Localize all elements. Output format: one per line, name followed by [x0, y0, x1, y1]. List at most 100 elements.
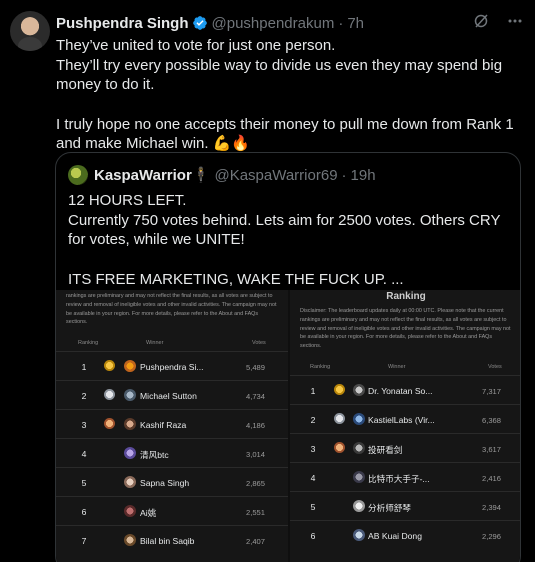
winner-name: Dr. Yonatan So... [368, 385, 433, 396]
quote-author-name: KaspaWarrior🕴 [94, 167, 211, 184]
rank-number: 4 [81, 449, 87, 460]
table-row: 5 分析师舒琴 2,394 [290, 490, 520, 520]
avatar [353, 470, 365, 483]
silver-medal-icon [104, 389, 115, 401]
col-votes: Votes [252, 340, 266, 347]
quote-line: Currently 750 votes behind. Lets aim for… [68, 211, 501, 249]
leaderboard-images[interactable]: rankings are preliminary and may not ref… [56, 290, 520, 562]
avatar [124, 418, 136, 431]
winner-name: 比特币大手子-... [368, 473, 430, 484]
winner-name: Pushpendra Si... [140, 362, 204, 373]
avatar [124, 389, 136, 402]
vote-count: 5,489 [246, 363, 266, 373]
rank-number: 5 [310, 501, 316, 512]
quote-body: 12 HOURS LEFT. Currently 750 votes behin… [68, 191, 510, 289]
table-row: 6 Ai姚 2,551 [56, 496, 288, 525]
grok-icon[interactable] [473, 13, 489, 29]
vote-count: 3,617 [482, 444, 502, 454]
winner-name: Kashif Raza [140, 420, 187, 431]
separator-dot: · [338, 14, 344, 32]
rank-number: 7 [81, 536, 87, 547]
table-header: Ranking Winner Votes [56, 337, 288, 351]
tweet-line: They’ve united to vote for just one pers… [56, 37, 336, 54]
rank-number: 6 [310, 530, 316, 541]
winner-name: 分析师舒琴 [368, 502, 411, 513]
table-row: 3 Kashif Raza 4,186 [56, 409, 288, 438]
vote-count: 2,551 [246, 508, 266, 518]
avatar [124, 476, 136, 489]
vote-count: 7,317 [482, 386, 502, 396]
quote-line: 12 HOURS LEFT. [68, 192, 187, 209]
table-row: 3 投研看剑 3,617 [290, 432, 520, 462]
quote-line: ITS FREE MARKETING, WAKE THE FUCK UP. ..… [68, 270, 404, 288]
winner-name: Michael Sutton [140, 391, 197, 402]
tweet-body: They’ve united to vote for just one pers… [56, 36, 521, 154]
rank-number: 4 [310, 472, 316, 483]
avatar [124, 360, 136, 373]
disclaimer-text: rankings are preliminary and may not ref… [66, 293, 277, 326]
separator-dot: · [341, 166, 347, 184]
more-options-icon[interactable] [507, 13, 523, 29]
avatar [353, 412, 365, 425]
gold-medal-icon [334, 383, 345, 395]
author-name[interactable]: Pushpendra Singh [56, 15, 189, 32]
table-row: 2 Michael Sutton 4,734 [56, 380, 288, 409]
author-avatar[interactable] [10, 11, 50, 51]
table-row: 2 KastielLabs (Vir... 6,368 [290, 403, 520, 433]
leaderboard-image-right[interactable]: Ranking Disclaimer: The leaderboard upda… [290, 290, 520, 562]
col-winner: Winner [146, 340, 164, 347]
vote-count: 2,394 [482, 502, 502, 512]
avatar [353, 499, 365, 512]
avatar [353, 528, 365, 541]
rank-number: 3 [310, 443, 316, 454]
bronze-medal-icon [104, 418, 115, 430]
vote-count: 6,368 [482, 415, 502, 425]
winner-name: 投研看剑 [368, 444, 403, 455]
winner-name: KastielLabs (Vir... [368, 414, 435, 425]
avatar [124, 534, 136, 547]
avatar [124, 447, 136, 460]
vote-count: 2,407 [246, 537, 266, 547]
quoted-tweet[interactable]: KaspaWarrior🕴 @KaspaWarrior69 · 19h 12 H… [55, 152, 521, 562]
rank-number: 1 [310, 385, 316, 396]
tweet-line: I truly hope no one accepts their money … [56, 115, 514, 153]
rank-number: 2 [81, 391, 87, 402]
rank-number: 5 [81, 478, 87, 489]
quote-header: KaspaWarrior🕴 @KaspaWarrior69 · 19h [68, 165, 376, 185]
rank-number: 6 [81, 507, 87, 518]
table-row: 5 Sapna Singh 2,865 [56, 467, 288, 496]
vote-count: 4,734 [246, 392, 266, 402]
winner-name: Ai姚 [140, 508, 157, 519]
vote-count: 3,014 [246, 450, 266, 460]
author-handle[interactable]: @pushpendrakum [212, 15, 335, 32]
table-row: 1 Dr. Yonatan So... 7,317 [290, 374, 520, 404]
tweet-time[interactable]: 7h [347, 15, 364, 32]
table-row: 6 AB Kuai Dong 2,296 [290, 519, 520, 549]
winner-name: Sapna Singh [140, 478, 190, 489]
col-ranking: Ranking [78, 340, 99, 347]
verified-badge-icon [192, 16, 207, 30]
bronze-medal-icon [334, 441, 345, 453]
table-row: 1 Pushpendra Si... 5,489 [56, 351, 288, 380]
avatar [353, 383, 365, 396]
col-votes: Votes [488, 363, 502, 370]
rank-number: 1 [81, 362, 87, 373]
vote-count: 4,186 [246, 421, 266, 431]
quote-time: 19h [350, 166, 376, 184]
quote-author-avatar [68, 165, 88, 185]
leaderboard-image-left[interactable]: rankings are preliminary and may not ref… [56, 290, 288, 562]
gold-medal-icon [104, 360, 115, 372]
quote-author-handle: @KaspaWarrior69 [214, 166, 338, 184]
table-row: 4 清风btc 3,014 [56, 438, 288, 467]
avatar [353, 441, 365, 454]
avatar [124, 505, 136, 518]
col-ranking: Ranking [310, 363, 331, 370]
col-winner: Winner [388, 363, 406, 370]
table-header: Ranking Winner Votes [290, 361, 520, 375]
winner-name: 清风btc [140, 450, 169, 461]
vote-count: 2,865 [246, 479, 266, 489]
ranking-title: Ranking [386, 291, 426, 302]
vote-count: 2,296 [482, 531, 502, 541]
silver-medal-icon [334, 412, 345, 424]
vote-count: 2,416 [482, 473, 502, 483]
